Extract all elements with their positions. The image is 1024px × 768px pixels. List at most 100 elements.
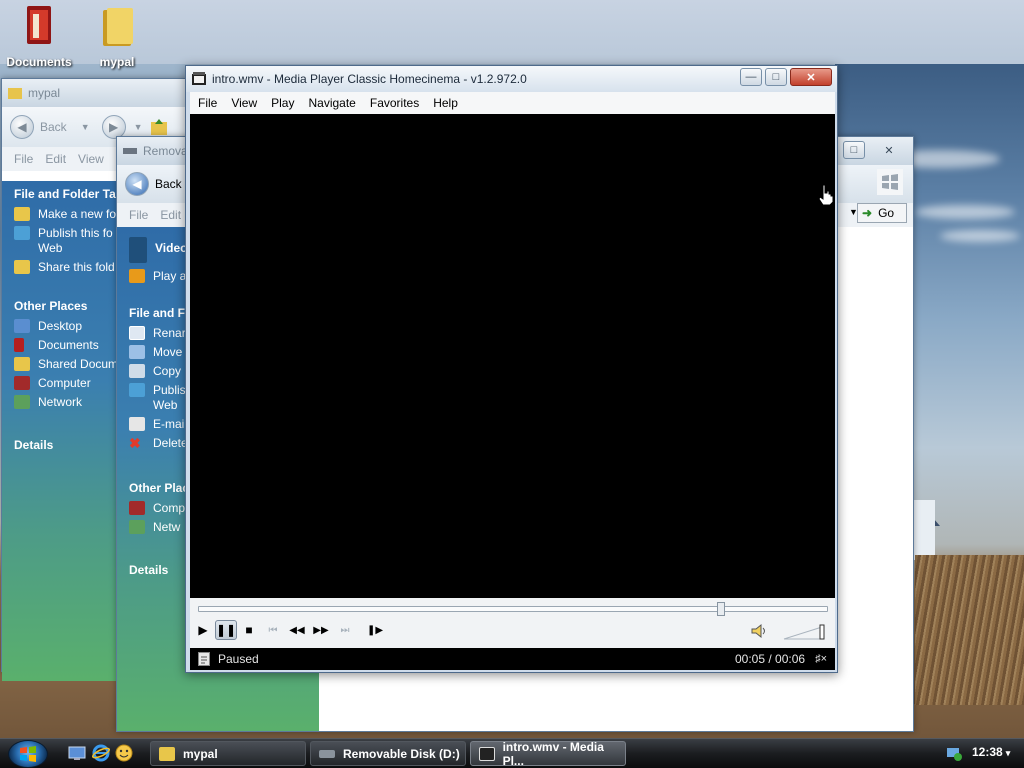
menu-favorites[interactable]: Favorites: [370, 96, 419, 110]
show-desktop-icon[interactable]: [68, 745, 86, 761]
computer-icon: [14, 376, 30, 390]
speaker-icon[interactable]: [750, 622, 768, 640]
go-button[interactable]: ➜ Go: [857, 203, 907, 223]
desktop-icon-mypal[interactable]: mypal: [82, 2, 152, 69]
taskbar-button-mypal[interactable]: mypal: [150, 741, 306, 766]
place-label: Shared Docum: [38, 357, 119, 371]
arrow-left-icon: ◀: [132, 177, 142, 191]
window-titlebar[interactable]: mypal: [2, 79, 186, 107]
cloud: [915, 205, 1015, 219]
new-folder-icon: [14, 207, 30, 221]
back-button[interactable]: ◀: [10, 115, 34, 139]
delete-icon: ✖: [129, 435, 141, 451]
task-label: Make a new fo: [38, 207, 117, 221]
previous-button[interactable]: ⏮: [262, 620, 284, 640]
skip-back-icon: ⏮: [268, 624, 278, 636]
chevron-down-icon[interactable]: ▼: [134, 122, 143, 132]
desktop-icon-label: Documents: [6, 55, 72, 69]
volume-mute-icon[interactable]: ♯×: [815, 653, 827, 665]
menu-help[interactable]: Help: [433, 96, 458, 110]
arrow-right-icon: ➜: [862, 206, 873, 220]
task-label: Play a: [153, 269, 187, 283]
player-menubar: File View Play Navigate Favorites Help: [190, 92, 835, 114]
taskbar-label: intro.wmv - Media Pl...: [502, 739, 604, 768]
place-label: Documents: [38, 338, 99, 352]
task-label-line2: Web: [153, 398, 178, 412]
arrow-left-icon: ◀: [17, 120, 27, 134]
frame-step-icon: ❚▶: [366, 624, 384, 636]
menu-view[interactable]: View: [78, 152, 104, 166]
menu-file[interactable]: File: [129, 208, 148, 222]
rename-icon: [129, 326, 145, 340]
folder-icon: [159, 746, 175, 761]
play-button[interactable]: ▶: [192, 620, 214, 640]
back-button[interactable]: ◀: [125, 172, 149, 196]
play-icon: [129, 269, 145, 283]
folder-up-icon[interactable]: [149, 118, 169, 136]
menu-edit[interactable]: Edit: [45, 152, 66, 166]
frame-step-button[interactable]: ❚▶: [364, 620, 386, 640]
messenger-icon[interactable]: [115, 744, 133, 762]
media-player-icon: [479, 746, 495, 761]
video-area[interactable]: [190, 114, 835, 598]
email-icon: [129, 417, 145, 431]
place-label: Netw: [153, 520, 181, 534]
window-titlebar[interactable]: intro.wmv - Media Player Classic Homecin…: [186, 66, 837, 92]
network-icon: [14, 395, 30, 409]
arrow-right-icon: ▶: [108, 120, 119, 134]
fast-forward-icon: ▶▶: [313, 624, 329, 636]
playback-time: 00:05 / 00:06: [735, 652, 806, 666]
menu-file[interactable]: File: [14, 152, 33, 166]
minimize-button[interactable]: —: [740, 68, 762, 86]
task-label: E-mai: [153, 417, 185, 431]
desktop-background-top: [0, 0, 1024, 64]
maximize-button[interactable]: □: [843, 141, 865, 159]
seek-bar[interactable]: [198, 606, 828, 612]
shared-folder-icon: [14, 357, 30, 371]
close-icon: ✕: [884, 144, 894, 157]
back-label: Back: [40, 120, 67, 134]
maximize-button[interactable]: □: [765, 68, 787, 86]
drive-icon: [319, 749, 335, 758]
media-player-window[interactable]: intro.wmv - Media Player Classic Homecin…: [185, 65, 838, 673]
start-button[interactable]: [8, 740, 48, 768]
taskbar-label: mypal: [183, 746, 218, 761]
desktop-icon-documents[interactable]: Documents: [4, 2, 74, 69]
task-label: Renar: [153, 326, 186, 340]
maximize-icon: □: [772, 71, 780, 83]
rewind-button[interactable]: ◀◀: [286, 620, 308, 640]
seek-thumb[interactable]: [717, 602, 725, 616]
menu-file[interactable]: File: [198, 96, 217, 110]
menu-view[interactable]: View: [231, 96, 257, 110]
task-label: Publis Web: [153, 383, 186, 413]
document-icon: [198, 652, 210, 666]
clock-time: 12:38: [972, 745, 1003, 759]
taskbar-clock[interactable]: 12:38 ▾: [972, 745, 1010, 759]
network-icon: [129, 520, 145, 534]
move-icon: [129, 345, 145, 359]
chevron-down-icon[interactable]: ▼: [81, 122, 90, 132]
hand-cursor-icon: [818, 184, 834, 206]
close-button[interactable]: ✕: [871, 141, 907, 159]
taskbar-button-media-player[interactable]: intro.wmv - Media Pl...: [470, 739, 626, 768]
fast-forward-button[interactable]: ▶▶: [310, 620, 332, 640]
pause-button[interactable]: ❚❚: [215, 620, 237, 640]
menu-navigate[interactable]: Navigate: [308, 96, 355, 110]
internet-explorer-icon[interactable]: [92, 744, 110, 762]
volume-slider[interactable]: [782, 624, 826, 640]
task-label: Move: [153, 345, 183, 359]
next-button[interactable]: ⏭: [334, 620, 356, 640]
desktop-icon: [14, 319, 30, 333]
skip-forward-icon: ⏭: [340, 624, 350, 636]
taskbar-button-removable-disk[interactable]: Removable Disk (D:): [310, 741, 466, 766]
close-button[interactable]: ✕: [790, 68, 832, 86]
place-label: Desktop: [38, 319, 83, 333]
task-label-line1: Publish this fo: [38, 226, 113, 240]
network-tray-icon[interactable]: [946, 745, 962, 761]
menu-play[interactable]: Play: [271, 96, 294, 110]
stop-button[interactable]: ■: [238, 620, 260, 640]
documents-folder-icon: [27, 6, 51, 44]
task-label-line2: Web: [38, 241, 63, 255]
menu-edit[interactable]: Edit: [160, 208, 181, 222]
video-folder-icon: [129, 237, 147, 263]
